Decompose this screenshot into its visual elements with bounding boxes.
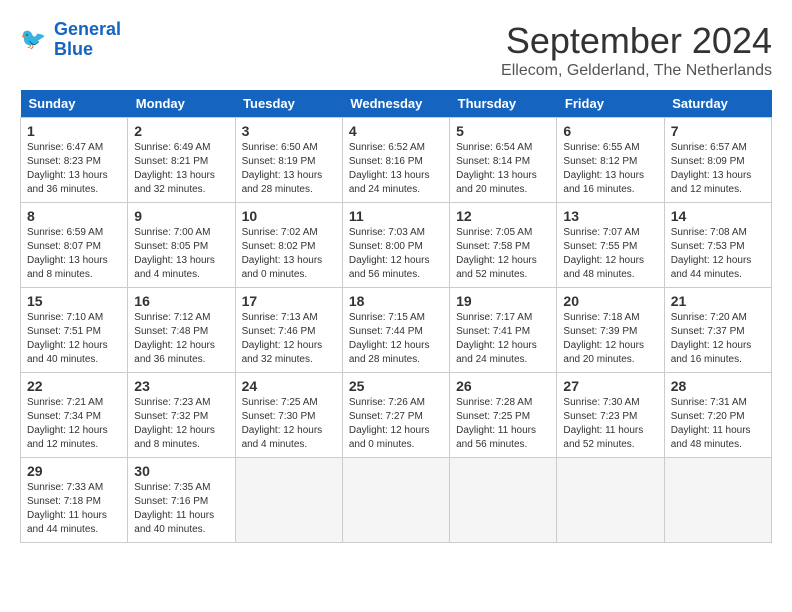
table-row: [450, 458, 557, 543]
month-title: September 2024: [501, 20, 772, 62]
table-row: 2Sunrise: 6:49 AMSunset: 8:21 PMDaylight…: [128, 118, 235, 203]
table-row: 18Sunrise: 7:15 AMSunset: 7:44 PMDayligh…: [342, 288, 449, 373]
table-row: 16Sunrise: 7:12 AMSunset: 7:48 PMDayligh…: [128, 288, 235, 373]
table-row: 6Sunrise: 6:55 AMSunset: 8:12 PMDaylight…: [557, 118, 664, 203]
col-thursday: Thursday: [450, 90, 557, 118]
table-row: 13Sunrise: 7:07 AMSunset: 7:55 PMDayligh…: [557, 203, 664, 288]
table-row: 26Sunrise: 7:28 AMSunset: 7:25 PMDayligh…: [450, 373, 557, 458]
logo-line2: Blue: [54, 40, 121, 60]
table-row: 11Sunrise: 7:03 AMSunset: 8:00 PMDayligh…: [342, 203, 449, 288]
svg-text:🐦: 🐦: [20, 28, 46, 51]
table-row: 20Sunrise: 7:18 AMSunset: 7:39 PMDayligh…: [557, 288, 664, 373]
table-row: 10Sunrise: 7:02 AMSunset: 8:02 PMDayligh…: [235, 203, 342, 288]
table-row: [664, 458, 771, 543]
title-area: September 2024 Ellecom, Gelderland, The …: [501, 20, 772, 80]
calendar-table: Sunday Monday Tuesday Wednesday Thursday…: [20, 90, 772, 543]
logo-line1: General: [54, 19, 121, 39]
week-row-3: 22Sunrise: 7:21 AMSunset: 7:34 PMDayligh…: [21, 373, 772, 458]
table-row: 3Sunrise: 6:50 AMSunset: 8:19 PMDaylight…: [235, 118, 342, 203]
table-row: 22Sunrise: 7:21 AMSunset: 7:34 PMDayligh…: [21, 373, 128, 458]
table-row: [342, 458, 449, 543]
table-row: 24Sunrise: 7:25 AMSunset: 7:30 PMDayligh…: [235, 373, 342, 458]
week-row-2: 15Sunrise: 7:10 AMSunset: 7:51 PMDayligh…: [21, 288, 772, 373]
table-row: [235, 458, 342, 543]
header-row: Sunday Monday Tuesday Wednesday Thursday…: [21, 90, 772, 118]
logo-icon: 🐦: [20, 25, 50, 55]
location-subtitle: Ellecom, Gelderland, The Netherlands: [501, 62, 772, 80]
table-row: 29Sunrise: 7:33 AMSunset: 7:18 PMDayligh…: [21, 458, 128, 543]
table-row: 8Sunrise: 6:59 AMSunset: 8:07 PMDaylight…: [21, 203, 128, 288]
table-row: 4Sunrise: 6:52 AMSunset: 8:16 PMDaylight…: [342, 118, 449, 203]
col-friday: Friday: [557, 90, 664, 118]
table-row: [557, 458, 664, 543]
col-sunday: Sunday: [21, 90, 128, 118]
table-row: 27Sunrise: 7:30 AMSunset: 7:23 PMDayligh…: [557, 373, 664, 458]
week-row-4: 29Sunrise: 7:33 AMSunset: 7:18 PMDayligh…: [21, 458, 772, 543]
table-row: 12Sunrise: 7:05 AMSunset: 7:58 PMDayligh…: [450, 203, 557, 288]
col-saturday: Saturday: [664, 90, 771, 118]
week-row-0: 1Sunrise: 6:47 AMSunset: 8:23 PMDaylight…: [21, 118, 772, 203]
table-row: 15Sunrise: 7:10 AMSunset: 7:51 PMDayligh…: [21, 288, 128, 373]
table-row: 23Sunrise: 7:23 AMSunset: 7:32 PMDayligh…: [128, 373, 235, 458]
table-row: 7Sunrise: 6:57 AMSunset: 8:09 PMDaylight…: [664, 118, 771, 203]
table-row: 28Sunrise: 7:31 AMSunset: 7:20 PMDayligh…: [664, 373, 771, 458]
table-row: 25Sunrise: 7:26 AMSunset: 7:27 PMDayligh…: [342, 373, 449, 458]
logo: 🐦 General Blue: [20, 20, 121, 60]
table-row: 17Sunrise: 7:13 AMSunset: 7:46 PMDayligh…: [235, 288, 342, 373]
table-row: 30Sunrise: 7:35 AMSunset: 7:16 PMDayligh…: [128, 458, 235, 543]
col-monday: Monday: [128, 90, 235, 118]
table-row: 14Sunrise: 7:08 AMSunset: 7:53 PMDayligh…: [664, 203, 771, 288]
table-row: 9Sunrise: 7:00 AMSunset: 8:05 PMDaylight…: [128, 203, 235, 288]
week-row-1: 8Sunrise: 6:59 AMSunset: 8:07 PMDaylight…: [21, 203, 772, 288]
col-tuesday: Tuesday: [235, 90, 342, 118]
logo-text: General Blue: [54, 20, 121, 60]
page-header: 🐦 General Blue September 2024 Ellecom, G…: [20, 20, 772, 80]
table-row: 19Sunrise: 7:17 AMSunset: 7:41 PMDayligh…: [450, 288, 557, 373]
table-row: 21Sunrise: 7:20 AMSunset: 7:37 PMDayligh…: [664, 288, 771, 373]
table-row: 5Sunrise: 6:54 AMSunset: 8:14 PMDaylight…: [450, 118, 557, 203]
table-row: 1Sunrise: 6:47 AMSunset: 8:23 PMDaylight…: [21, 118, 128, 203]
col-wednesday: Wednesday: [342, 90, 449, 118]
